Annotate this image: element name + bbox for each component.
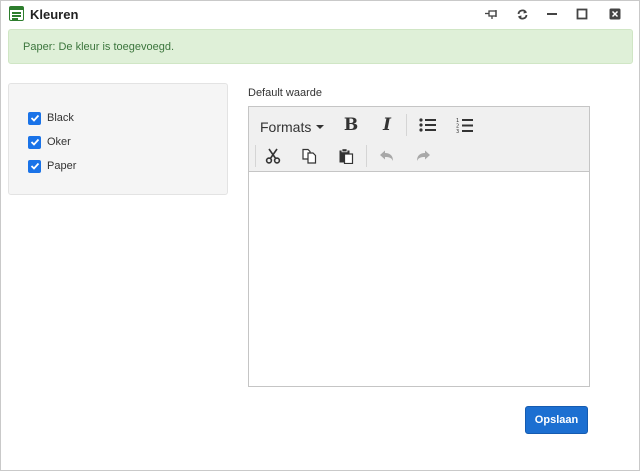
undo-button[interactable]: [376, 145, 398, 167]
copy-icon: [302, 148, 317, 164]
refresh-icon[interactable]: [514, 6, 530, 22]
color-option-black[interactable]: Black: [28, 110, 74, 126]
italic-button[interactable]: I: [376, 114, 398, 136]
cut-button[interactable]: [262, 145, 284, 167]
toolbar-divider: [366, 145, 367, 167]
color-option-label: Black: [47, 112, 74, 124]
svg-text:3: 3: [456, 129, 459, 134]
color-option-oker[interactable]: Oker: [28, 134, 71, 150]
window-title: Kleuren: [30, 7, 79, 22]
title-bar: Kleuren: [1, 1, 639, 28]
alert-message: Paper: De kleur is toegevoegd.: [23, 41, 175, 53]
bullet-list-icon: [419, 118, 436, 132]
paste-icon: [339, 148, 354, 164]
list-window-icon: [9, 6, 24, 21]
redo-icon: [417, 150, 430, 161]
checkbox-checked[interactable]: [28, 135, 41, 149]
italic-icon: I: [383, 115, 391, 135]
success-alert: Paper: De kleur is toegevoegd.: [8, 29, 633, 64]
kleuren-window: Kleuren Paper: De kleur is toegevoegd. B…: [0, 0, 640, 471]
editor-label: Default waarde: [248, 87, 322, 99]
formats-dropdown[interactable]: Formats: [260, 118, 325, 136]
rich-text-editor: Formats B I 1 2 3: [248, 106, 590, 387]
formats-label: Formats: [260, 119, 312, 135]
cut-icon: [265, 148, 281, 164]
redo-button[interactable]: [412, 145, 434, 167]
close-icon[interactable]: [607, 6, 623, 22]
copy-button[interactable]: [298, 145, 320, 167]
editor-content-area[interactable]: [249, 173, 589, 386]
save-button[interactable]: Opslaan: [525, 406, 588, 434]
editor-toolbar: Formats B I 1 2 3: [249, 107, 589, 172]
undo-icon: [380, 150, 393, 161]
maximize-icon[interactable]: [574, 6, 590, 22]
checkbox-checked[interactable]: [28, 111, 41, 125]
bold-button[interactable]: B: [340, 114, 362, 136]
pin-icon[interactable]: [483, 6, 499, 22]
bold-icon: B: [343, 115, 359, 135]
bullet-list-button[interactable]: [417, 114, 439, 136]
toolbar-divider: [406, 114, 407, 136]
checkbox-checked[interactable]: [28, 159, 41, 173]
color-option-paper[interactable]: Paper: [28, 158, 76, 174]
minimize-icon[interactable]: [544, 6, 560, 22]
toolbar-divider: [255, 145, 256, 167]
color-option-label: Oker: [47, 136, 71, 148]
paste-button[interactable]: [335, 145, 357, 167]
chevron-down-icon: [316, 125, 325, 129]
color-option-label: Paper: [47, 160, 77, 172]
numbered-list-icon: 1 2 3: [456, 118, 473, 134]
numbered-list-button[interactable]: 1 2 3: [454, 114, 476, 136]
colors-panel: Black Oker Paper: [8, 83, 228, 195]
